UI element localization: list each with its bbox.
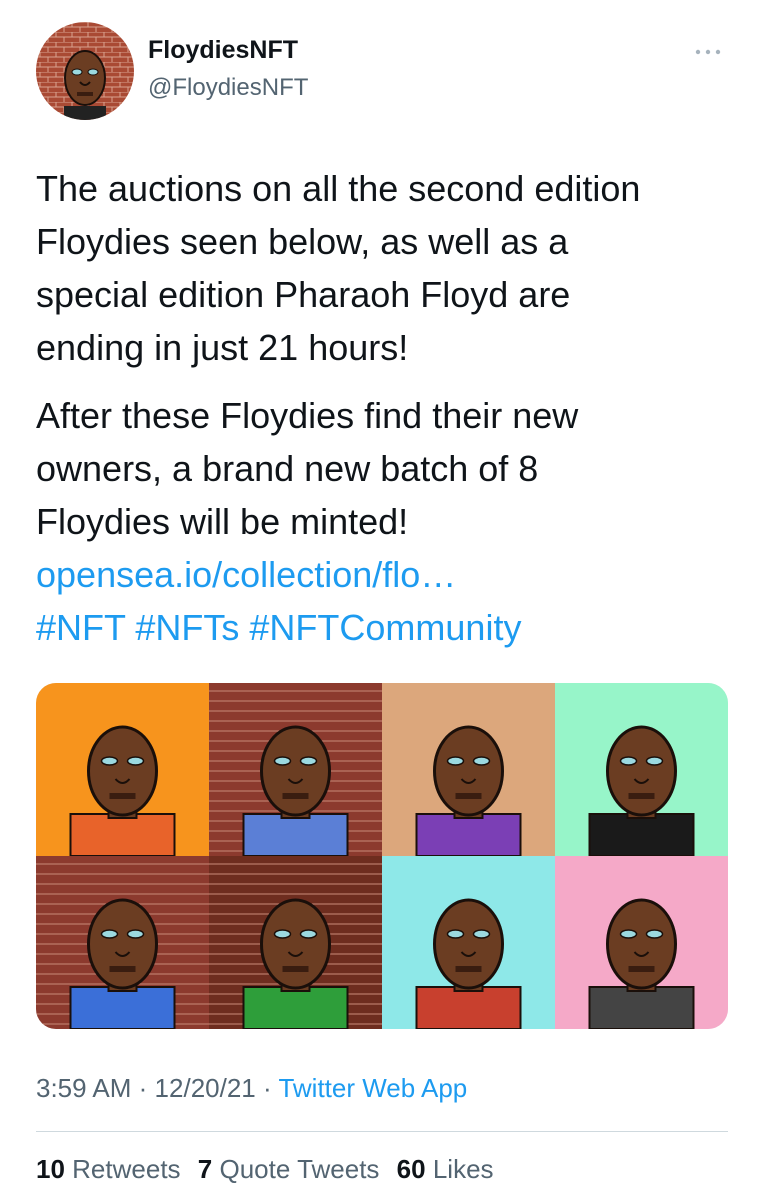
tweet-source-app[interactable]: Twitter Web App [278, 1073, 467, 1103]
tweet-line: ending in just 21 hours! [36, 327, 409, 368]
nft-tile [36, 683, 210, 857]
nft-tile [36, 856, 210, 1029]
more-options-button[interactable] [688, 40, 728, 64]
quotes-label: Quote Tweets [219, 1154, 380, 1184]
nft-tile [209, 856, 383, 1029]
hashtag-nft[interactable]: #NFT [36, 607, 125, 648]
meta-separator: · [138, 1073, 148, 1103]
nft-tile [555, 856, 728, 1029]
tweet-line: Floydies seen below, as well as a [36, 221, 569, 262]
nft-grid-image [36, 683, 728, 1029]
quotes-count: 7 [197, 1154, 213, 1184]
divider [36, 1131, 728, 1132]
tweet-timestamp: 3:59 AM · 12/20/21 · Twitter Web App [36, 1073, 467, 1104]
avatar-image [36, 22, 134, 120]
nft-tile [382, 683, 556, 857]
tweet-line: Floydies will be minted! [36, 501, 409, 542]
opensea-link[interactable]: opensea.io/collection/flo… [36, 554, 456, 595]
retweets-stat[interactable]: 10 Retweets [36, 1154, 181, 1184]
likes-label: Likes [432, 1154, 494, 1184]
nft-tile [555, 683, 728, 857]
tweet-media-image[interactable] [36, 683, 728, 1029]
tweet-line: special edition Pharaoh Floyd are [36, 274, 571, 315]
display-name[interactable]: FloydiesNFT [148, 36, 298, 65]
nft-tile [209, 683, 383, 857]
hashtag-nftcommunity[interactable]: #NFTCommunity [249, 607, 521, 648]
avatar[interactable] [36, 22, 134, 120]
retweets-count: 10 [36, 1154, 65, 1184]
tweet-text: The auctions on all the second edition F… [36, 162, 736, 654]
nft-tile [382, 856, 556, 1029]
more-horizontal-icon [695, 49, 721, 55]
retweets-label: Retweets [72, 1154, 181, 1184]
tweet-stats: 10 Retweets 7 Quote Tweets 60 Likes [36, 1154, 504, 1185]
tweet-date[interactable]: 12/20/21 [155, 1073, 256, 1103]
quote-tweets-stat[interactable]: 7 Quote Tweets [198, 1154, 380, 1184]
tweet-line: owners, a brand new batch of 8 [36, 448, 539, 489]
tweet-line: The auctions on all the second edition [36, 168, 641, 209]
user-handle[interactable]: @FloydiesNFT [148, 74, 308, 102]
tweet-time[interactable]: 3:59 AM [36, 1073, 131, 1103]
meta-separator: · [263, 1073, 272, 1103]
hashtag-nfts[interactable]: #NFTs [135, 607, 239, 648]
likes-count: 60 [396, 1154, 426, 1184]
likes-stat[interactable]: 60 Likes [397, 1154, 494, 1184]
tweet-line: After these Floydies find their new [36, 395, 579, 436]
